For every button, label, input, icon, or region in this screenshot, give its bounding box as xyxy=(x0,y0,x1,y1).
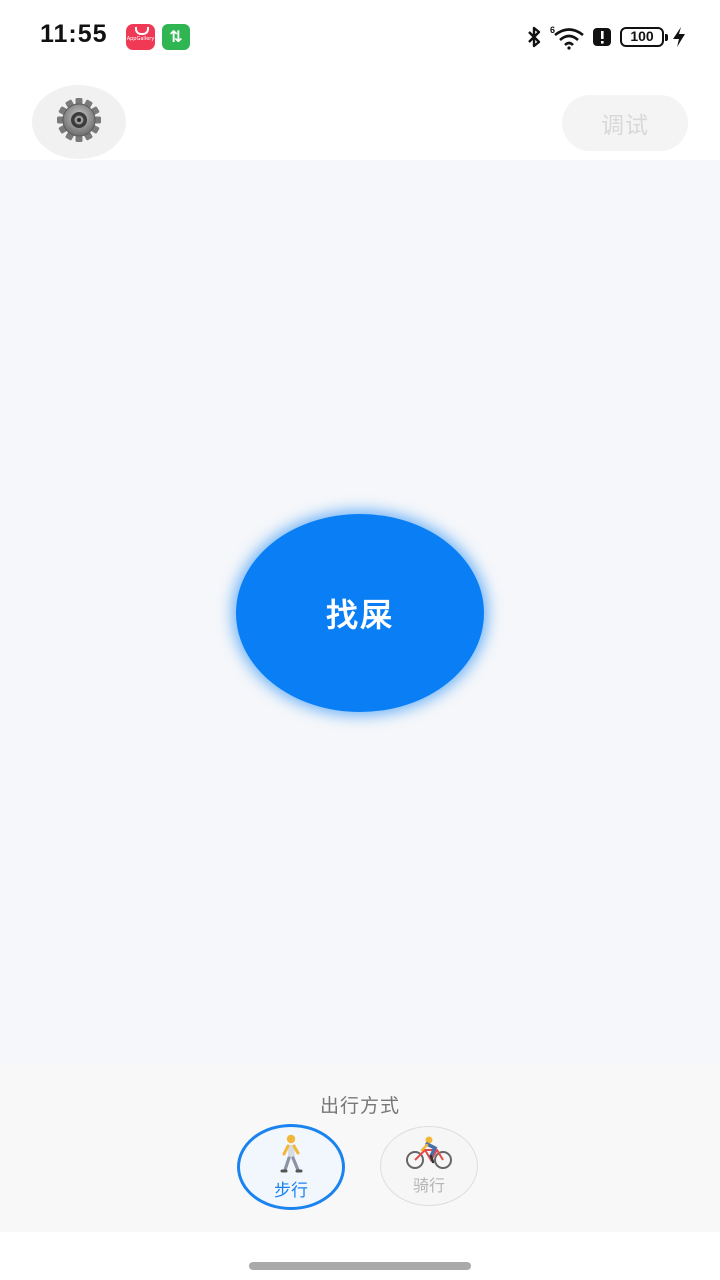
bike-mode-option[interactable]: 骑行 xyxy=(380,1126,478,1206)
charging-icon xyxy=(672,26,686,48)
walk-mode-option[interactable]: 步行 xyxy=(237,1124,345,1210)
find-toilet-button[interactable]: 找屎 xyxy=(236,514,484,712)
walking-person-icon xyxy=(276,1134,306,1174)
wifi-icon: 6 xyxy=(550,24,584,50)
alert-icon xyxy=(592,27,612,47)
svg-text:6: 6 xyxy=(550,25,555,35)
top-bar: 调试 xyxy=(0,72,720,160)
app-gallery-icon: AppGallery xyxy=(126,24,155,50)
gear-icon xyxy=(56,97,102,147)
debug-button[interactable]: 调试 xyxy=(562,95,688,151)
walk-mode-label: 步行 xyxy=(274,1180,308,1201)
sync-icon: ⇅ xyxy=(162,24,190,50)
cyclist-icon xyxy=(405,1136,453,1170)
bluetooth-icon xyxy=(526,25,542,49)
travel-mode-title: 出行方式 xyxy=(319,1095,400,1117)
main-area: 找屎 xyxy=(0,160,720,1065)
home-indicator[interactable] xyxy=(249,1262,471,1270)
status-time: 11:55 xyxy=(40,20,108,48)
battery-icon: 100 xyxy=(620,27,668,47)
bike-mode-label: 骑行 xyxy=(412,1176,445,1195)
settings-button[interactable] xyxy=(32,85,126,159)
status-icons: 6 100 xyxy=(526,22,686,52)
travel-mode-panel: 出行方式 步行 骑行 xyxy=(0,1065,720,1232)
navigation-area xyxy=(0,1232,720,1280)
status-bar: 11:55 AppGallery ⇅ 6 100 xyxy=(0,0,720,72)
